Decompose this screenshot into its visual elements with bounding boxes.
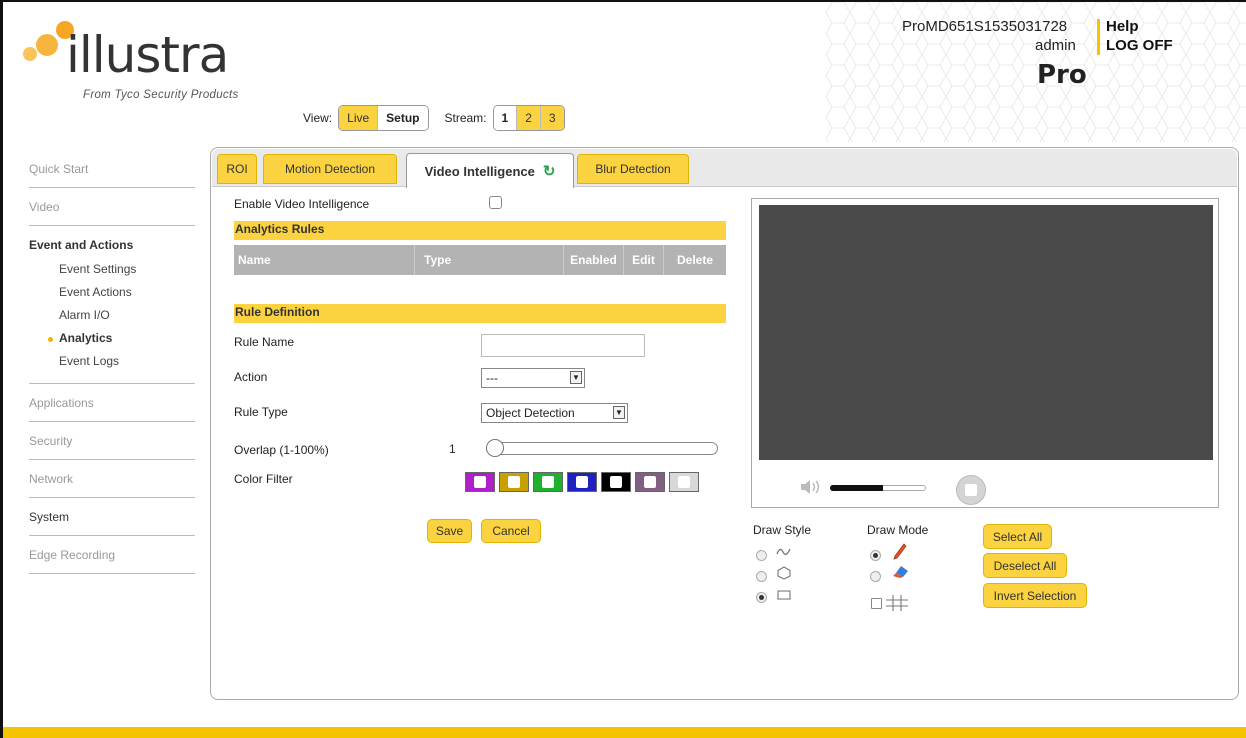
view-live-button[interactable]: Live <box>339 106 379 130</box>
rectangle-icon <box>777 590 791 600</box>
draw-style-rectangle-radio[interactable] <box>756 592 767 603</box>
pencil-icon <box>893 543 907 560</box>
invert-selection-button[interactable]: Invert Selection <box>983 583 1087 608</box>
help-link[interactable]: Help <box>1106 18 1139 35</box>
tab-video-intelligence-label: Video Intelligence <box>424 163 535 179</box>
sidebar-item-analytics[interactable]: Analytics <box>29 327 195 350</box>
device-id: ProMD651S1535031728 <box>902 18 1068 35</box>
draw-style-label: Draw Style <box>753 523 812 537</box>
tab-roi[interactable]: ROI <box>217 154 257 184</box>
user-name: admin <box>1035 37 1076 54</box>
overlap-slider-handle[interactable] <box>486 439 504 457</box>
app-frame: illustra From Tyco Security Products Pro… <box>0 0 1246 738</box>
stream-toggle: 1 2 3 <box>492 105 565 131</box>
stop-button[interactable] <box>956 475 986 505</box>
overlap-value: 1 <box>449 442 456 456</box>
rules-table-header: Name Type Enabled Edit Delete <box>234 245 726 275</box>
overlap-label: Overlap (1-100%) <box>234 443 329 457</box>
chevron-down-icon: ▼ <box>613 406 625 419</box>
rule-type-select[interactable]: Object Detection ▼ <box>481 403 628 423</box>
sidebar-item-event-actions[interactable]: Event Actions <box>29 281 195 304</box>
footer-bar <box>3 727 1246 738</box>
header-separator <box>1097 19 1100 55</box>
col-enabled: Enabled <box>564 245 624 275</box>
sidebar: Quick Start Video Event and Actions Even… <box>29 150 195 574</box>
rule-name-input[interactable] <box>481 334 645 357</box>
polygon-icon <box>777 566 791 580</box>
view-label: View: <box>303 111 333 125</box>
color-swatch[interactable] <box>567 472 597 492</box>
save-button[interactable]: Save <box>427 519 472 543</box>
product-label: Pro <box>1037 60 1087 90</box>
eraser-icon <box>893 566 908 578</box>
draw-style-freehand-radio[interactable] <box>756 550 767 561</box>
tab-video-intelligence[interactable]: Video Intelligence ↻ <box>406 153 574 188</box>
overlap-slider-track[interactable] <box>486 442 718 455</box>
refresh-icon[interactable]: ↻ <box>543 162 556 180</box>
logo-tagline: From Tyco Security Products <box>83 89 239 101</box>
rule-name-label: Rule Name <box>234 335 295 349</box>
grid-icon <box>886 595 908 611</box>
sidebar-group-title[interactable]: Event and Actions <box>29 238 195 252</box>
color-swatch[interactable] <box>533 472 563 492</box>
tab-blur-detection[interactable]: Blur Detection <box>577 154 689 184</box>
sidebar-group-event-actions: Event and Actions Event Settings Event A… <box>29 226 195 384</box>
col-name: Name <box>234 245 415 275</box>
sidebar-item-security[interactable]: Security <box>29 422 195 460</box>
color-swatch[interactable] <box>601 472 631 492</box>
rule-type-label: Rule Type <box>234 405 288 419</box>
col-delete: Delete <box>676 253 714 267</box>
speaker-icon[interactable] <box>799 478 823 496</box>
view-toggle: Live Setup <box>338 105 429 131</box>
logo-wordmark: illustra <box>66 26 229 84</box>
sidebar-item-applications[interactable]: Applications <box>29 384 195 422</box>
sidebar-item-network[interactable]: Network <box>29 460 195 498</box>
chevron-down-icon: ▼ <box>570 371 582 384</box>
tab-motion-detection[interactable]: Motion Detection <box>263 154 397 184</box>
draw-mode-label: Draw Mode <box>867 523 929 537</box>
logoff-link[interactable]: LOG OFF <box>1106 37 1173 54</box>
color-swatch[interactable] <box>635 472 665 492</box>
video-preview[interactable] <box>759 205 1213 460</box>
draw-mode-eraser-radio[interactable] <box>870 571 881 582</box>
color-swatch[interactable] <box>499 472 529 492</box>
sidebar-item-alarm-io[interactable]: Alarm I/O <box>29 304 195 327</box>
deselect-all-button[interactable]: Deselect All <box>983 553 1067 578</box>
stream-2-button[interactable]: 2 <box>517 106 541 130</box>
grid-checkbox[interactable] <box>871 598 882 609</box>
illustra-logo: illustra From Tyco Security Products <box>21 20 281 110</box>
action-select[interactable]: --- ▼ <box>481 368 585 388</box>
stream-3-button[interactable]: 3 <box>540 106 564 130</box>
col-edit: Edit <box>624 245 664 275</box>
enable-vi-label: Enable Video Intelligence <box>234 197 370 211</box>
draw-mode-pencil-radio[interactable] <box>870 550 881 561</box>
freehand-icon <box>776 548 791 556</box>
col-type: Type <box>415 245 564 275</box>
sidebar-item-quick-start[interactable]: Quick Start <box>29 150 195 188</box>
view-stream-bar: View: Live Setup Stream: 1 2 3 <box>303 105 565 131</box>
view-setup-button[interactable]: Setup <box>378 106 428 130</box>
enable-vi-checkbox[interactable] <box>489 196 502 209</box>
stream-1-button[interactable]: 1 <box>493 106 518 130</box>
cancel-button[interactable]: Cancel <box>481 519 541 543</box>
color-filter-label: Color Filter <box>234 472 293 486</box>
volume-level <box>830 485 883 491</box>
rule-type-select-value: Object Detection <box>486 406 575 420</box>
rule-definition-header: Rule Definition <box>234 304 726 323</box>
action-select-value: --- <box>486 371 498 385</box>
sidebar-item-video[interactable]: Video <box>29 188 195 226</box>
sidebar-item-event-settings[interactable]: Event Settings <box>29 258 195 281</box>
select-all-button[interactable]: Select All <box>983 524 1052 549</box>
draw-style-polygon-radio[interactable] <box>756 571 767 582</box>
sidebar-item-system[interactable]: System <box>29 498 195 536</box>
sidebar-item-edge-recording[interactable]: Edge Recording <box>29 536 195 574</box>
color-swatch[interactable] <box>669 472 699 492</box>
tab-bar: ROI Motion Detection Video Intelligence … <box>212 149 1237 188</box>
action-label: Action <box>234 370 268 384</box>
color-swatch[interactable] <box>465 472 495 492</box>
analytics-rules-header: Analytics Rules <box>234 221 726 240</box>
stream-label: Stream: <box>444 111 487 125</box>
sidebar-item-event-logs[interactable]: Event Logs <box>29 350 195 373</box>
